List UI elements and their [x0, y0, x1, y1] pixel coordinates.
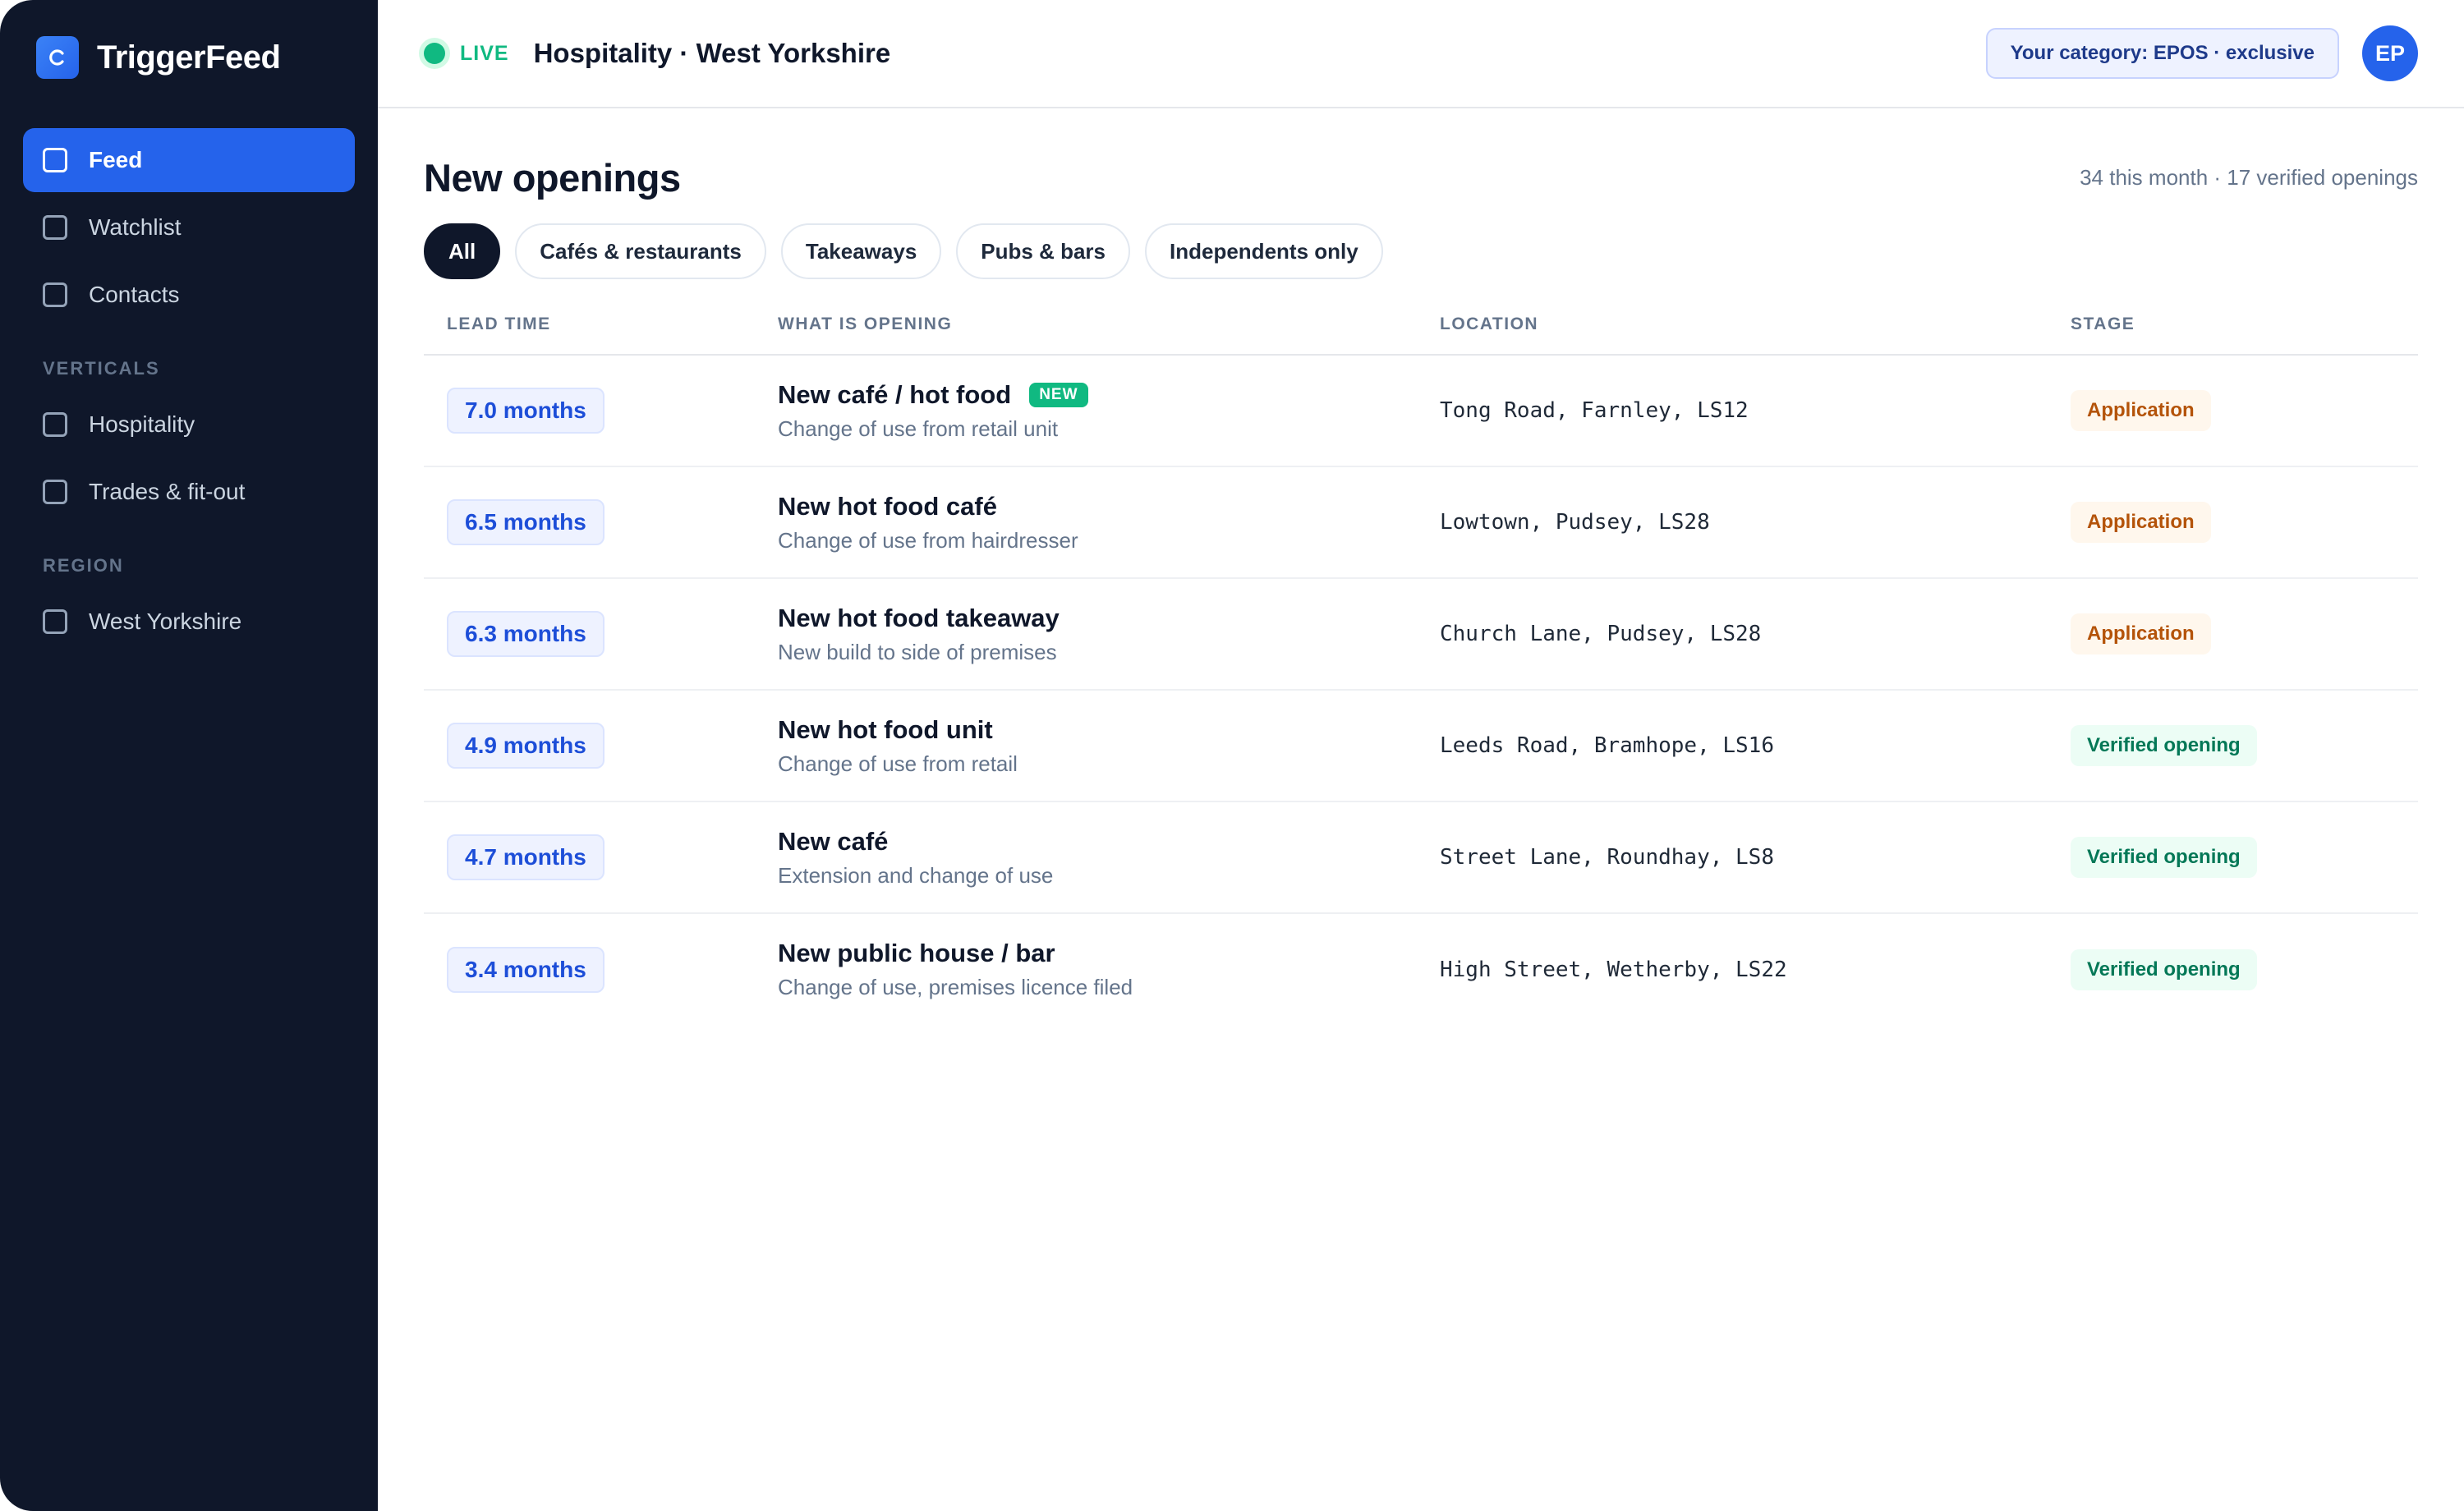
live-dot-icon	[424, 43, 445, 64]
column-header-lead-time[interactable]: LEAD TIME	[424, 294, 755, 356]
opening-title-wrap: New café / hot food NEW	[778, 380, 1417, 410]
column-header-location[interactable]: LOCATION	[1417, 294, 2048, 356]
square-icon	[43, 412, 67, 437]
opening-description: Change of use from hairdresser	[778, 527, 1078, 553]
sidebar-item-contacts[interactable]: Contacts	[23, 263, 355, 327]
column-header-what[interactable]: WHAT IS OPENING	[755, 294, 1417, 356]
location: Street Lane, Roundhay, LS8	[1440, 845, 1774, 870]
filter-chip-independents-only[interactable]: Independents only	[1145, 223, 1383, 279]
avatar[interactable]: EP	[2362, 25, 2418, 81]
column-header-stage[interactable]: STAGE	[2048, 294, 2418, 356]
sidebar-item-label: West Yorkshire	[89, 609, 242, 634]
sidebar-item-hospitality[interactable]: Hospitality	[23, 393, 355, 457]
stage-badge: Verified opening	[2071, 837, 2257, 878]
stage-badge: Verified opening	[2071, 725, 2257, 766]
location: Leeds Road, Bramhope, LS16	[1440, 733, 1774, 758]
sidebar-nav: Feed Watchlist Contacts VERTICALS Hospit…	[23, 128, 355, 654]
stage-badge: Application	[2071, 613, 2211, 654]
lead-time-badge: 6.3 months	[447, 611, 605, 657]
table-row[interactable]: 7.0 months New café / hot food NEW Chang…	[424, 355, 2418, 467]
brand-name: TriggerFeed	[97, 39, 281, 76]
stage-badge: Verified opening	[2071, 948, 2257, 990]
page-context-title: Hospitality · West Yorkshire	[533, 38, 891, 68]
filter-chip-pubs-bars[interactable]: Pubs & bars	[956, 223, 1131, 279]
table-row[interactable]: 4.9 months New hot food unit Change of u…	[424, 690, 2418, 802]
square-icon	[43, 609, 67, 634]
opening-title: New hot food unit	[778, 714, 993, 744]
sidebar-section-region: REGION	[43, 555, 124, 576]
location: Tong Road, Farnley, LS12	[1440, 398, 1749, 423]
openings-table: LEAD TIME WHAT IS OPENING LOCATION STAGE…	[424, 294, 2418, 1025]
location: Lowtown, Pudsey, LS28	[1440, 510, 1710, 535]
sidebar-item-feed[interactable]: Feed	[23, 128, 355, 192]
opening-title: New café	[778, 826, 889, 856]
sidebar-item-label: Contacts	[89, 282, 180, 307]
filter-chip-takeaways[interactable]: Takeaways	[780, 223, 942, 279]
live-status: LIVE	[460, 41, 509, 65]
opening-title: New hot food café	[778, 491, 997, 521]
opening-title: New café / hot food	[778, 379, 1012, 409]
title-row: New openings 34 this month · 17 verified…	[424, 146, 2418, 209]
sidebar-section-verticals: VERTICALS	[43, 358, 160, 379]
table-row[interactable]: 6.3 months New hot food takeaway New bui…	[424, 578, 2418, 691]
location: High Street, Wetherby, LS22	[1440, 957, 1787, 982]
main-panel: LIVE Hospitality · West Yorkshire Your c…	[378, 0, 2464, 1511]
opening-description: Change of use from retail unit	[778, 416, 1059, 441]
sidebar-item-west-yorkshire[interactable]: West Yorkshire	[23, 590, 355, 654]
top-bar: LIVE Hospitality · West Yorkshire Your c…	[378, 0, 2464, 108]
lead-time-badge: 4.9 months	[447, 723, 605, 769]
square-icon	[43, 215, 67, 240]
sidebar-item-watchlist[interactable]: Watchlist	[23, 195, 355, 259]
square-icon	[43, 148, 67, 172]
filter-chip-all[interactable]: All	[424, 223, 501, 279]
table-row[interactable]: 6.5 months New hot food café Change of u…	[424, 466, 2418, 579]
lead-time-badge: 6.5 months	[447, 499, 605, 545]
sidebar-item-trades-fit-out[interactable]: Trades & fit-out	[23, 460, 355, 524]
filter-chips: All Cafés & restaurants Takeaways Pubs &…	[424, 223, 2418, 279]
stage-badge: Application	[2071, 502, 2211, 543]
sidebar: TriggerFeed Feed Watchlist Contacts VERT…	[0, 0, 378, 1511]
brand[interactable]: TriggerFeed	[23, 0, 355, 115]
lead-time-badge: 3.4 months	[447, 946, 605, 993]
page-title: New openings	[424, 155, 681, 200]
lead-time-badge: 4.7 months	[447, 834, 605, 880]
new-badge: NEW	[1029, 382, 1088, 407]
app-window: TriggerFeed Feed Watchlist Contacts VERT…	[0, 0, 2464, 1511]
sidebar-item-label: Watchlist	[89, 214, 182, 240]
square-icon	[43, 282, 67, 307]
sidebar-item-label: Trades & fit-out	[89, 479, 246, 504]
sidebar-item-label: Hospitality	[89, 411, 195, 437]
content: New openings 34 this month · 17 verified…	[378, 108, 2464, 1025]
sidebar-item-label: Feed	[89, 147, 143, 172]
filter-chip-cafes-restaurants[interactable]: Cafés & restaurants	[515, 223, 766, 279]
category-badge[interactable]: Your category: EPOS · exclusive	[1985, 28, 2339, 79]
table-row[interactable]: 4.7 months New café Extension and change…	[424, 801, 2418, 914]
table-header-row: LEAD TIME WHAT IS OPENING LOCATION STAGE	[424, 294, 2418, 356]
summary-stats: 34 this month · 17 verified openings	[2080, 164, 2418, 190]
opening-title: New public house / bar	[778, 939, 1055, 967]
trigger-logo-icon	[36, 36, 79, 79]
opening-title: New hot food takeaway	[778, 603, 1060, 632]
square-icon	[43, 480, 67, 504]
stage-badge: Application	[2071, 390, 2211, 431]
location: Church Lane, Pudsey, LS28	[1440, 622, 1762, 646]
opening-description: Extension and change of use	[778, 862, 1054, 888]
table-row[interactable]: 3.4 months New public house / bar Change…	[424, 913, 2418, 1025]
opening-description: Change of use from retail	[778, 751, 1018, 776]
opening-description: Change of use, premises licence filed	[778, 975, 1133, 999]
lead-time-badge: 7.0 months	[447, 388, 605, 434]
opening-description: New build to side of premises	[778, 639, 1057, 664]
